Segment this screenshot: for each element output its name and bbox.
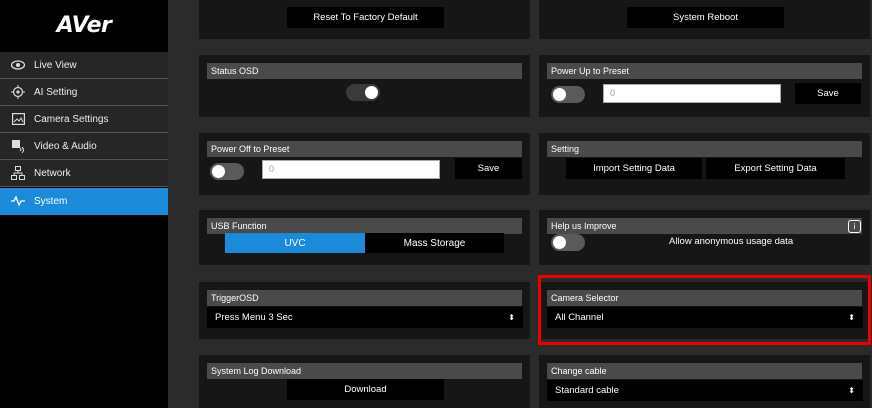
power-off-preset-input[interactable]: 0	[262, 160, 440, 179]
help-improve-panel: Help us Improve i Allow anonymous usage …	[539, 210, 870, 265]
panel-title: Help us Improve	[547, 218, 862, 234]
panel-title: Setting	[547, 141, 862, 157]
eye-icon	[11, 58, 25, 72]
select-arrows-icon: ⬍	[848, 386, 855, 395]
change-cable-select[interactable]: Standard cable ⬍	[547, 380, 863, 401]
aver-logo: AVer	[56, 12, 112, 38]
export-setting-data-button[interactable]: Export Setting Data	[706, 158, 845, 179]
power-up-preset-input[interactable]: 0	[603, 84, 781, 103]
sidebar-item-ai-setting[interactable]: AI Setting	[0, 79, 168, 106]
panel-title: Status OSD	[207, 63, 522, 79]
system-reboot-button[interactable]: System Reboot	[627, 7, 784, 28]
power-up-save-button[interactable]: Save	[795, 83, 861, 104]
panel-title: USB Function	[207, 218, 522, 234]
sidebar-item-label: AI Setting	[34, 86, 78, 98]
power-off-preset-toggle[interactable]	[210, 163, 244, 180]
panel-title: Power Up to Preset	[547, 63, 862, 79]
sidebar-item-video-audio[interactable]: Video & Audio	[0, 133, 168, 160]
system-log-download-button[interactable]: Download	[287, 379, 444, 400]
trigger-osd-select[interactable]: Press Menu 3 Sec ⬍	[207, 307, 523, 328]
power-up-preset-panel: Power Up to Preset 0 Save	[539, 55, 870, 117]
power-up-preset-toggle[interactable]	[551, 86, 585, 103]
select-arrows-icon: ⬍	[508, 313, 515, 322]
sidebar-item-label: Camera Settings	[34, 113, 109, 125]
sidebar-item-label: Video & Audio	[34, 140, 97, 152]
status-osd-toggle[interactable]	[346, 84, 380, 101]
sidebar-item-camera-settings[interactable]: Camera Settings	[0, 106, 168, 133]
system-settings-content: Reset To Factory Default System Reboot S…	[168, 0, 872, 408]
sidebar-item-label: Live View	[34, 59, 77, 71]
sidebar-item-label: System	[34, 195, 68, 207]
panel-title: TriggerOSD	[207, 290, 522, 306]
panel-title: Change cable	[547, 363, 862, 379]
usb-mass-storage-option[interactable]: Mass Storage	[365, 233, 504, 253]
video-audio-icon	[11, 139, 25, 153]
reset-panel: Reset To Factory Default	[199, 0, 530, 39]
reset-factory-default-button[interactable]: Reset To Factory Default	[287, 7, 444, 28]
usb-function-panel: USB Function UVC Mass Storage	[199, 210, 530, 265]
sidebar-item-label: Network	[34, 167, 71, 179]
reboot-panel: System Reboot	[539, 0, 870, 39]
system-log-panel: System Log Download Download	[199, 355, 530, 408]
setting-panel: Setting Import Setting Data Export Setti…	[539, 133, 870, 195]
select-value: Standard cable	[555, 385, 619, 396]
change-cable-panel: Change cable Standard cable ⬍	[539, 355, 870, 408]
image-icon	[11, 112, 25, 126]
usb-uvc-option[interactable]: UVC	[225, 233, 365, 253]
pulse-icon	[11, 194, 25, 208]
panel-title: System Log Download	[207, 363, 522, 379]
anonymous-usage-label: Allow anonymous usage data	[669, 236, 794, 247]
power-off-save-button[interactable]: Save	[455, 158, 522, 179]
panel-title: Power Off to Preset	[207, 141, 522, 157]
sidebar: AVer Live View AI Setting Camera Setting…	[0, 0, 168, 408]
sidebar-item-live-view[interactable]: Live View	[0, 52, 168, 79]
info-icon[interactable]: i	[848, 220, 861, 233]
trigger-osd-panel: TriggerOSD Press Menu 3 Sec ⬍	[199, 282, 530, 339]
sidebar-item-network[interactable]: Network	[0, 160, 168, 187]
power-off-preset-panel: Power Off to Preset 0 Save	[199, 133, 530, 195]
network-icon	[11, 166, 25, 180]
sidebar-item-system[interactable]: System	[0, 188, 168, 215]
camera-selector-highlight	[538, 275, 871, 345]
import-setting-data-button[interactable]: Import Setting Data	[566, 158, 702, 179]
status-osd-panel: Status OSD	[199, 55, 530, 117]
ai-target-icon	[11, 85, 25, 99]
select-value: Press Menu 3 Sec	[215, 312, 293, 323]
anonymous-usage-toggle[interactable]	[551, 234, 585, 251]
